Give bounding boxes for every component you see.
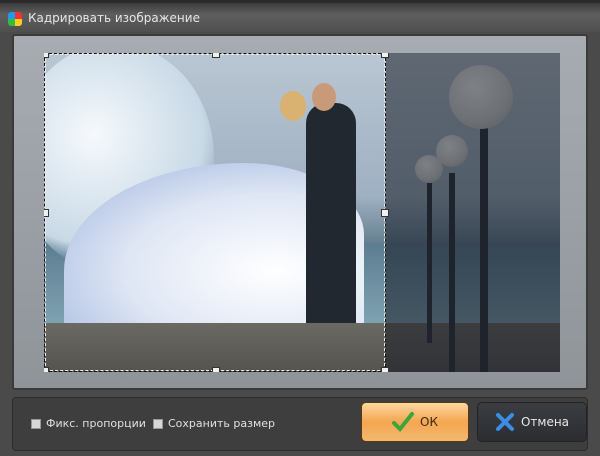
crop-handle-top-left[interactable]: [44, 53, 49, 58]
checkbox-box[interactable]: [153, 418, 163, 429]
checkmark-icon: [392, 412, 415, 432]
app-logo-icon: [8, 12, 22, 26]
crop-handle-top[interactable]: [212, 53, 220, 58]
crop-preview-frame: [12, 34, 588, 390]
title-bar: Кадрировать изображение: [0, 0, 600, 32]
cancel-button[interactable]: Отмена: [477, 402, 587, 442]
cancel-label: Отмена: [520, 415, 570, 429]
crop-handle-bottom-right[interactable]: [381, 367, 389, 372]
fix-proportions-checkbox[interactable]: Фикс. пропорции: [31, 417, 146, 430]
crop-handle-left[interactable]: [44, 209, 49, 217]
checkbox-box[interactable]: [31, 418, 41, 429]
ok-button[interactable]: ОК: [361, 402, 469, 442]
photo-preview: [44, 53, 560, 372]
crop-rectangle[interactable]: [44, 53, 389, 372]
close-x-icon: [495, 413, 514, 431]
crop-handle-top-right[interactable]: [381, 53, 389, 58]
outside-crop-overlay: [386, 53, 560, 372]
crop-handle-bottom-left[interactable]: [44, 367, 49, 372]
crop-handle-bottom[interactable]: [212, 367, 220, 372]
checkbox-label: Сохранить размер: [168, 417, 275, 430]
keep-size-checkbox[interactable]: Сохранить размер: [153, 417, 275, 430]
checkbox-label: Фикс. пропорции: [46, 417, 146, 430]
ok-label: ОК: [420, 415, 438, 429]
crop-handle-right[interactable]: [381, 209, 389, 217]
window-title: Кадрировать изображение: [28, 11, 200, 25]
bottom-panel: Фикс. пропорции Сохранить размер ОК Отме…: [12, 397, 588, 451]
